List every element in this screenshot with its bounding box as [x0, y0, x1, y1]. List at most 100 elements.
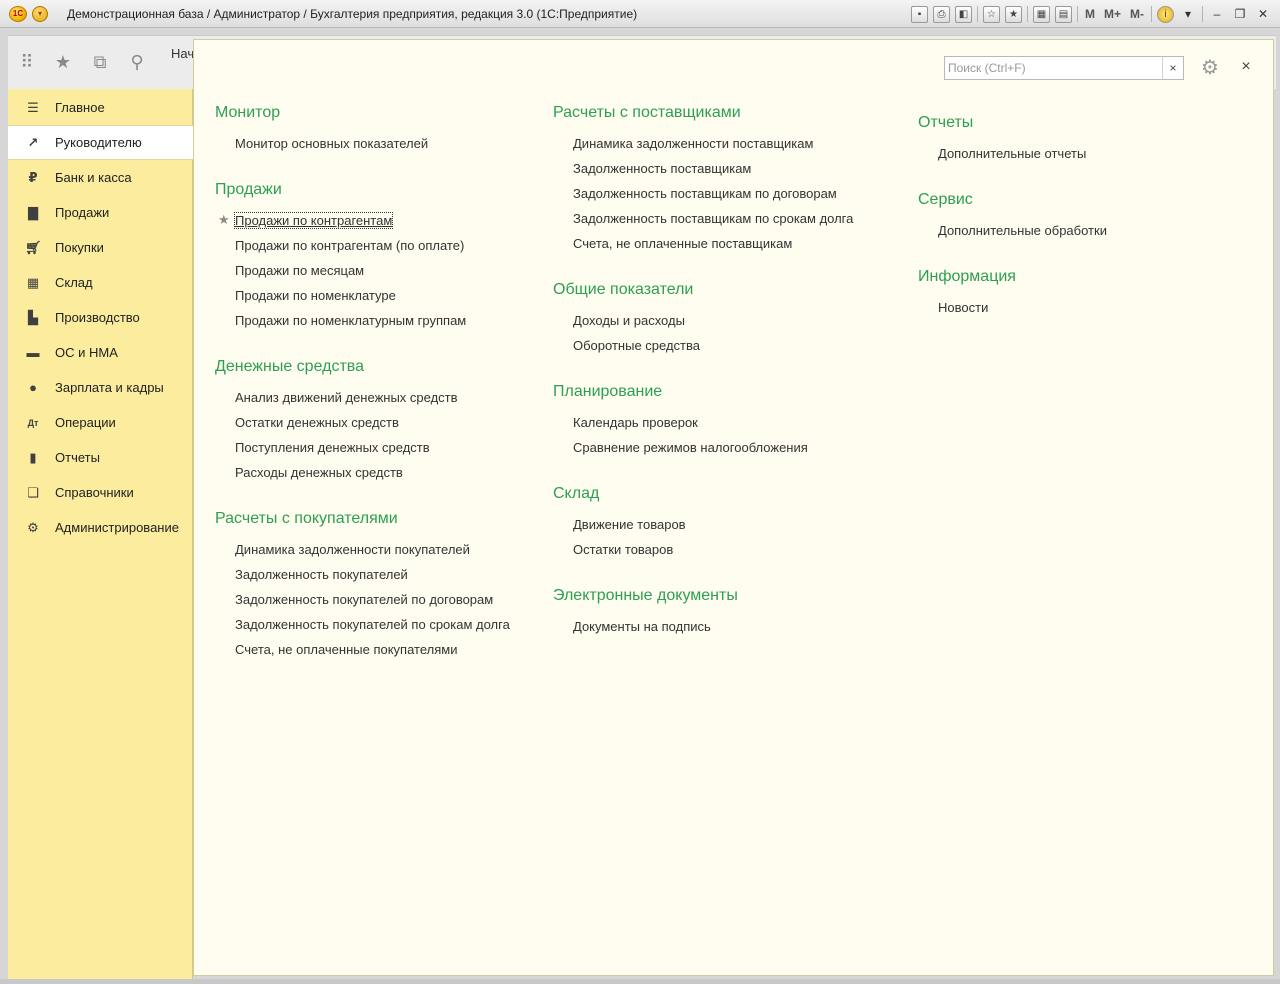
apps-grid-icon[interactable]: ⠿ — [17, 52, 37, 72]
minimize-button[interactable]: – — [1208, 6, 1226, 22]
link-customer-debt-contracts[interactable]: Задолженность покупателей по договорам — [235, 592, 493, 607]
star-icon[interactable]: ★ — [53, 52, 73, 72]
chevron-down-icon[interactable]: ▾ — [1179, 6, 1197, 22]
link-supplier-debt[interactable]: Задолженность поставщикам — [573, 161, 751, 176]
link-supplier-debt-terms[interactable]: Задолженность поставщикам по срокам долг… — [573, 211, 853, 226]
sidebar-item-label: Руководителю — [55, 135, 142, 150]
sidebar-item-label: Производство — [55, 310, 140, 325]
link-news[interactable]: Новости — [938, 300, 988, 315]
sidebar-item-directories[interactable]: ❏ Справочники — [8, 475, 193, 510]
link-goods-balances[interactable]: Остатки товаров — [573, 542, 673, 557]
toolbar-separator — [976, 6, 978, 22]
section-title-suppliers: Расчеты с поставщиками — [553, 104, 741, 121]
sidebar-item-operations[interactable]: Дт Операции — [8, 405, 193, 440]
link-sales-by-item-group[interactable]: Продажи по номенклатурным группам — [235, 313, 466, 328]
section-title-customers: Расчеты с покупателями — [215, 510, 398, 527]
history-icon[interactable]: ⧉ — [90, 52, 110, 72]
sidebar-item-production[interactable]: ▙ Производство — [8, 300, 193, 335]
link-tax-mode-comparison[interactable]: Сравнение режимов налогообложения — [573, 440, 808, 455]
sidebar-item-main[interactable]: ☰ Главное — [8, 90, 193, 125]
link-customer-debt[interactable]: Задолженность покупателей — [235, 567, 408, 582]
memory-plus-button[interactable]: M+ — [1102, 7, 1123, 21]
link-supplier-unpaid-invoices[interactable]: Счета, не оплаченные поставщикам — [573, 236, 792, 251]
sidebar-item-payroll[interactable]: ● Зарплата и кадры — [8, 370, 193, 405]
sidebar: ☰ Главное ↗ Руководителю ₽ Банк и касса … — [8, 89, 193, 979]
sidebar-item-manager[interactable]: ↗ Руководителю — [8, 125, 193, 160]
favorites-icon[interactable]: ★ — [1004, 5, 1022, 23]
toolbar-separator — [1076, 6, 1078, 22]
link-supplier-debt-dynamics[interactable]: Динамика задолженности поставщикам — [573, 136, 813, 151]
link-supplier-debt-contracts[interactable]: Задолженность поставщикам по договорам — [573, 186, 837, 201]
memory-m-button[interactable]: M — [1083, 7, 1097, 21]
main-menu-button[interactable]: ▾ — [32, 6, 48, 22]
favorite-star-icon[interactable]: ★ — [218, 212, 230, 228]
sidebar-item-label: Отчеты — [55, 450, 100, 465]
ruble-coin-icon: ₽ — [28, 169, 38, 185]
link-customer-unpaid-invoices[interactable]: Счета, не оплаченные покупателями — [235, 642, 457, 657]
trend-chart-icon: ↗ — [27, 134, 39, 150]
link-working-capital[interactable]: Оборотные средства — [573, 338, 700, 353]
tab-home[interactable]: Нач — [171, 46, 194, 61]
section-title-warehouse: Склад — [553, 485, 600, 502]
save-icon[interactable]: ▪ — [910, 5, 928, 23]
gear-icon: ⚙ — [27, 519, 39, 535]
link-goods-movement[interactable]: Движение товаров — [573, 517, 686, 532]
settings-gear-icon[interactable]: ⚙ — [1197, 55, 1223, 81]
memory-minus-button[interactable]: M- — [1128, 7, 1146, 21]
books-icon: ❏ — [27, 484, 39, 500]
sidebar-item-label: Банк и касса — [55, 170, 132, 185]
toolbar-separator — [1026, 6, 1028, 22]
link-sales-by-month[interactable]: Продажи по месяцам — [235, 263, 364, 278]
sidebar-item-reports[interactable]: ▮ Отчеты — [8, 440, 193, 475]
sidebar-item-label: Справочники — [55, 485, 134, 500]
sidebar-item-administration[interactable]: ⚙ Администрирование — [8, 510, 193, 545]
link-cash-balances[interactable]: Остатки денежных средств — [235, 415, 399, 430]
section-title-information: Информация — [918, 268, 1016, 285]
link-customer-debt-terms[interactable]: Задолженность покупателей по срокам долг… — [235, 617, 510, 632]
sidebar-item-label: Склад — [55, 275, 93, 290]
sidebar-item-sales[interactable]: ▇ Продажи — [8, 195, 193, 230]
link-income-expenses[interactable]: Доходы и расходы — [573, 313, 685, 328]
restore-button[interactable]: ❐ — [1231, 6, 1249, 22]
link-additional-reports[interactable]: Дополнительные отчеты — [938, 146, 1086, 161]
link-sales-by-counterparty[interactable]: Продажи по контрагентам — [233, 212, 394, 229]
sidebar-item-purchases[interactable]: 🛒︎ Покупки — [8, 230, 193, 265]
sidebar-item-label: Главное — [55, 100, 105, 115]
window-bottom-edge — [0, 979, 1280, 984]
link-sales-by-counterparty-payment[interactable]: Продажи по контрагентам (по оплате) — [235, 238, 464, 253]
print-preview-icon[interactable]: ◧ — [954, 5, 972, 23]
section-title-sales: Продажи — [215, 181, 282, 198]
section-title-edocs: Электронные документы — [553, 587, 738, 604]
close-panel-button[interactable]: × — [1238, 57, 1254, 77]
info-icon[interactable]: i — [1157, 5, 1174, 23]
link-audit-calendar[interactable]: Календарь проверок — [573, 415, 698, 430]
toolbar-separator — [1202, 6, 1203, 22]
close-window-button[interactable]: ✕ — [1254, 6, 1272, 22]
sidebar-item-warehouse[interactable]: ▦ Склад — [8, 265, 193, 300]
search-input[interactable] — [945, 57, 1163, 79]
sidebar-item-bank[interactable]: ₽ Банк и касса — [8, 160, 193, 195]
clear-search-button[interactable]: × — [1162, 57, 1183, 79]
calendar-icon[interactable]: ▤ — [1054, 5, 1072, 23]
link-sales-by-item[interactable]: Продажи по номенклатуре — [235, 288, 396, 303]
link-additional-processing[interactable]: Дополнительные обработки — [938, 223, 1107, 238]
link-cash-flow-analysis[interactable]: Анализ движений денежных средств — [235, 390, 458, 405]
link-customer-debt-dynamics[interactable]: Динамика задолженности покупателей — [235, 542, 470, 557]
section-title-planning: Планирование — [553, 383, 663, 400]
sidebar-item-label: Операции — [55, 415, 116, 430]
link-cash-receipts[interactable]: Поступления денежных средств — [235, 440, 430, 455]
search-icon[interactable]: ⚲ — [127, 52, 147, 72]
sidebar-item-label: Продажи — [55, 205, 110, 220]
app-logo[interactable]: 1С — [9, 6, 27, 22]
calculator-icon[interactable]: ▦ — [1032, 5, 1050, 23]
link-docs-to-sign[interactable]: Документы на подпись — [573, 619, 711, 634]
print-icon[interactable]: ⎙ — [932, 5, 950, 23]
section-title-reports: Отчеты — [918, 114, 974, 131]
menu-lines-icon: ☰ — [27, 99, 39, 115]
sidebar-item-label: Администрирование — [55, 520, 179, 535]
sidebar-item-fixed-assets[interactable]: ▬ ОС и НМА — [8, 335, 193, 370]
link-cash-expenses[interactable]: Расходы денежных средств — [235, 465, 403, 480]
link-monitor-indicators[interactable]: Монитор основных показателей — [235, 136, 428, 151]
add-favorite-icon[interactable]: ☆ — [982, 5, 1000, 23]
toolbar-separator — [1151, 6, 1152, 22]
